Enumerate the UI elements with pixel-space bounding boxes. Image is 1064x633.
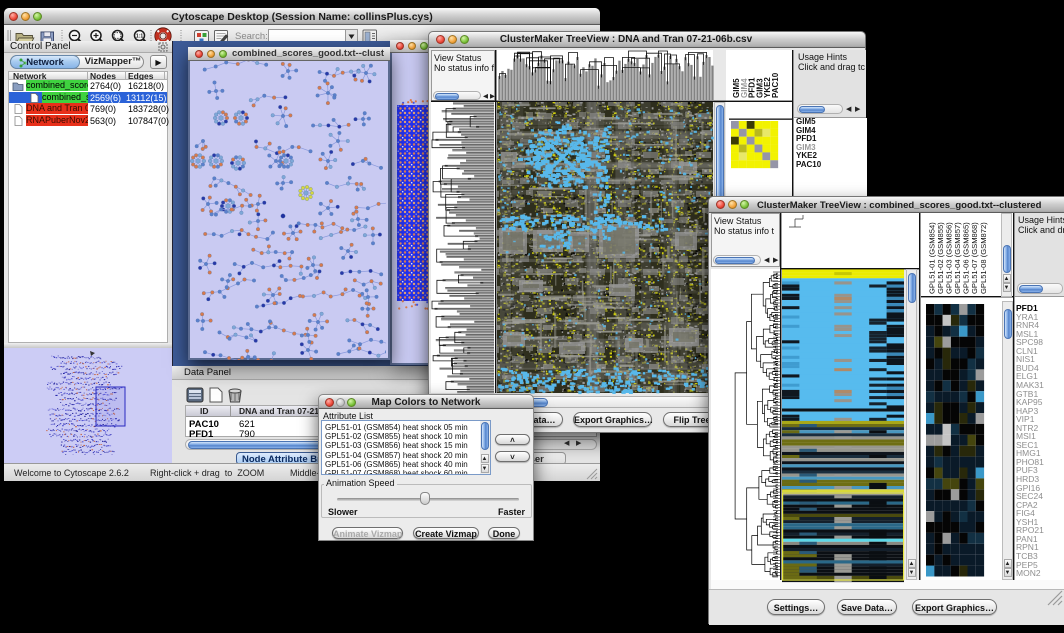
svg-text:GPL51-08 (GSM872): GPL51-08 (GSM872) <box>979 222 988 294</box>
svg-text:1:1: 1:1 <box>136 34 143 40</box>
svg-text:PAC10: PAC10 <box>771 72 780 98</box>
